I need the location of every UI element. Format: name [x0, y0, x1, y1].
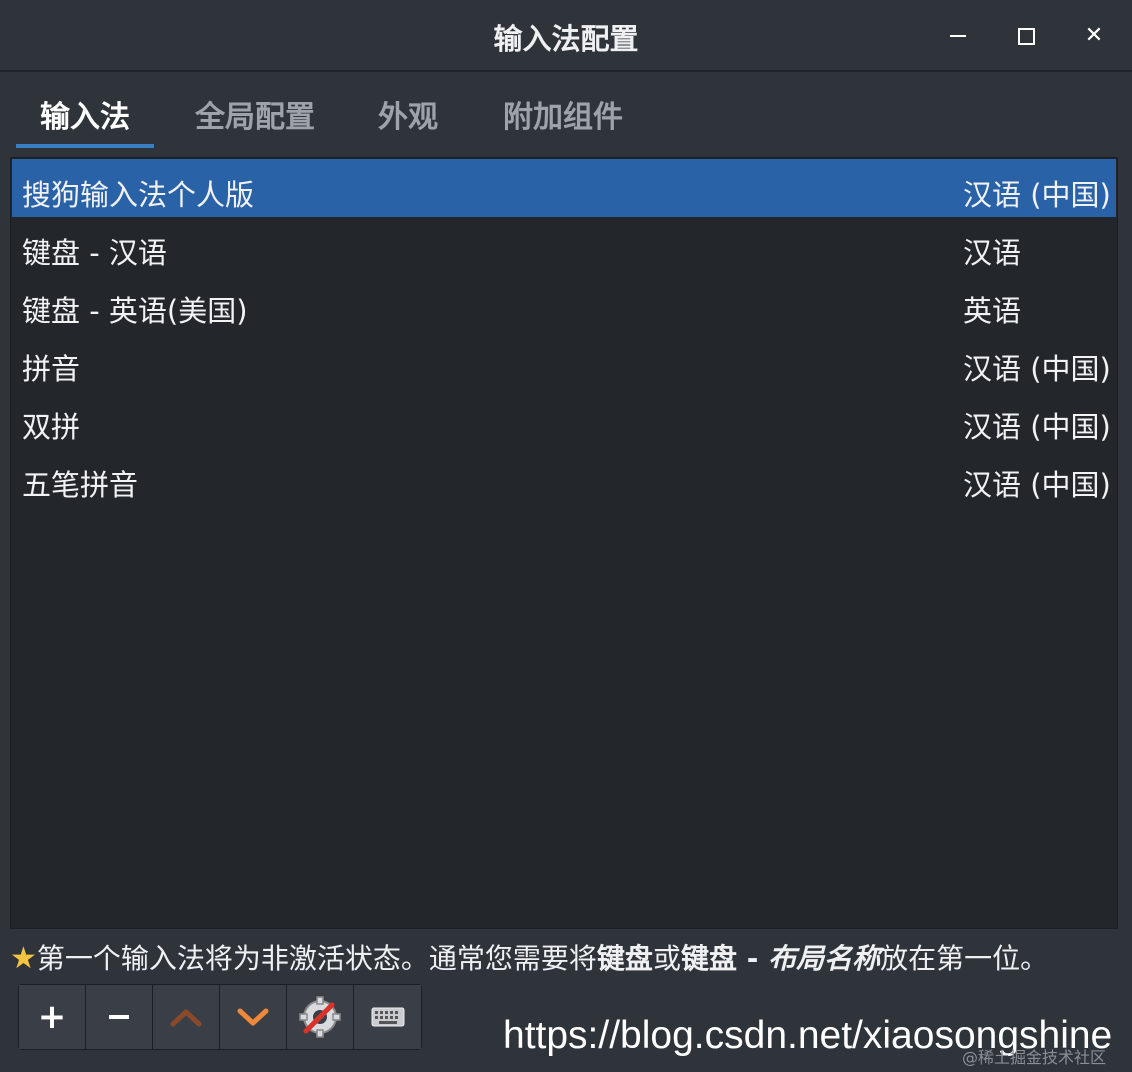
hint-italic-layout-name: 布局名称 — [768, 942, 881, 975]
add-button[interactable]: + — [19, 985, 86, 1049]
chevron-down-icon — [237, 1008, 269, 1026]
maximize-icon — [1017, 27, 1035, 45]
input-method-name: 五笔拼音 — [22, 468, 139, 502]
remove-button[interactable] — [86, 985, 153, 1049]
toolbar: + — [18, 984, 422, 1050]
keyboard-layout-button[interactable] — [354, 985, 421, 1049]
hint-text: ★第一个输入法将为非激活状态。通常您需要将键盘或键盘 - 布局名称放在第一位。 — [10, 937, 1120, 977]
tab-global-config[interactable]: 全局配置 — [195, 90, 315, 148]
input-method-language: 汉语 (中国) — [963, 410, 1111, 444]
tab-input-method[interactable]: 输入法 — [16, 90, 154, 148]
star-icon: ★ — [10, 941, 37, 976]
input-method-name: 搜狗输入法个人版 — [22, 178, 255, 212]
input-method-name: 键盘 - 汉语 — [22, 236, 167, 270]
hint-part1: 第一个输入法将为非激活状态。通常您需要将 — [36, 942, 597, 975]
tab-addons[interactable]: 附加组件 — [503, 90, 623, 148]
minus-icon — [109, 1015, 129, 1019]
tab-appearance[interactable]: 外观 — [378, 90, 438, 148]
watermark-source: @稀土掘金技术社区 — [962, 1048, 1107, 1067]
hint-part2: 或 — [652, 942, 681, 975]
list-item[interactable]: 搜狗输入法个人版 汉语 (中国) — [12, 159, 1116, 217]
chevron-up-icon — [170, 1009, 202, 1027]
title-bar: 输入法配置 ✕ — [0, 0, 1132, 72]
tab-bar: 输入法 全局配置 外观 附加组件 — [0, 72, 1132, 148]
input-method-name: 拼音 — [22, 352, 81, 386]
list-item[interactable]: 拼音 汉语 (中国) — [12, 333, 1116, 391]
move-down-button[interactable] — [220, 985, 287, 1049]
list-item[interactable]: 五笔拼音 汉语 (中国) — [12, 449, 1116, 507]
input-method-list: 搜狗输入法个人版 汉语 (中国) 键盘 - 汉语 汉语 键盘 - 英语(美国) … — [10, 157, 1118, 929]
minimize-icon — [950, 35, 966, 37]
close-icon: ✕ — [1084, 23, 1104, 48]
close-button[interactable]: ✕ — [1076, 18, 1112, 54]
plus-icon: + — [37, 997, 67, 1037]
maximize-button[interactable] — [1008, 18, 1044, 54]
input-method-name: 键盘 - 英语(美国) — [22, 294, 248, 328]
input-method-language: 汉语 — [963, 236, 1022, 270]
list-item[interactable]: 键盘 - 英语(美国) 英语 — [12, 275, 1116, 333]
input-method-language: 汉语 (中国) — [963, 178, 1111, 212]
input-method-language: 汉语 (中国) — [963, 352, 1111, 386]
input-method-name: 双拼 — [22, 410, 81, 444]
settings-tools-icon — [299, 996, 341, 1038]
list-item[interactable]: 双拼 汉语 (中国) — [12, 391, 1116, 449]
input-method-language: 汉语 (中国) — [963, 468, 1111, 502]
move-up-button[interactable] — [153, 985, 220, 1049]
minimize-button[interactable] — [940, 18, 976, 54]
hint-bold-keyboard-layout: 键盘 - — [680, 942, 769, 975]
input-method-language: 英语 — [963, 294, 1022, 328]
list-item[interactable]: 键盘 - 汉语 汉语 — [12, 217, 1116, 275]
keyboard-icon — [371, 1007, 404, 1027]
configure-button[interactable] — [287, 985, 354, 1049]
hint-part3: 放在第一位。 — [880, 942, 1049, 975]
hint-bold-keyboard: 键盘 — [596, 942, 653, 975]
